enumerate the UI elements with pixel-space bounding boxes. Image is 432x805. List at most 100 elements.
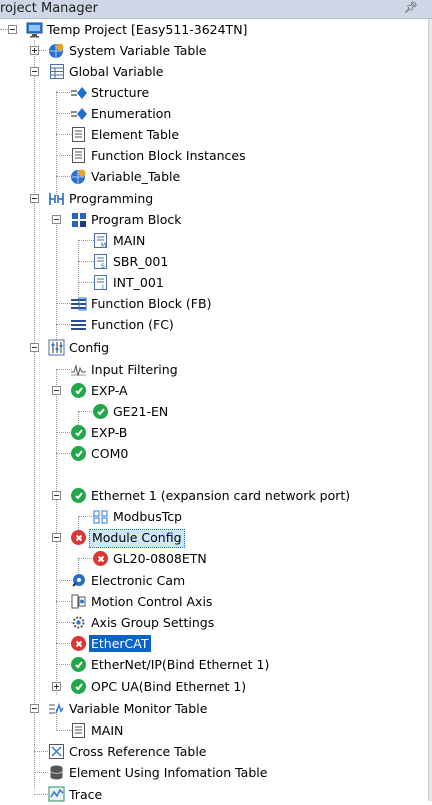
tree-item-ethercat[interactable]: EtherCAT <box>0 633 428 654</box>
interrupt-file-icon: I <box>92 274 109 291</box>
tree-item-label: Electronic Cam <box>91 573 186 588</box>
tree-item-exp-b[interactable]: EXP-B <box>0 422 428 443</box>
function-icon <box>70 316 87 333</box>
collapse-toggle[interactable] <box>30 67 39 76</box>
tree-item-fb-instances[interactable]: Function Block Instances <box>0 145 428 166</box>
tree-item-label: COM0 <box>91 446 129 461</box>
tree-item-label: Program Block <box>91 212 182 227</box>
tree-item-programming[interactable]: Programming <box>0 188 428 209</box>
tree-item-int-001[interactable]: I INT_001 <box>0 272 428 293</box>
ok-check-icon <box>70 445 87 462</box>
tree-item-function[interactable]: Function (FC) <box>0 314 428 335</box>
panel-titlebar: roject Manager 📌︎ <box>0 0 432 19</box>
network-node-icon <box>92 508 109 525</box>
tree-item-function-block[interactable]: Function Block (FB) <box>0 293 428 314</box>
collapse-toggle[interactable] <box>52 533 61 542</box>
tree-item-input-filtering[interactable]: Input Filtering <box>0 359 428 380</box>
tree-item-ethernet-ip[interactable]: EtherNet/IP(Bind Ethernet 1) <box>0 654 428 675</box>
tree-item-label: Trace <box>69 787 103 802</box>
tree-item-ethernet1[interactable]: Ethernet 1 (expansion card network port) <box>0 485 428 506</box>
tree-item-global-variable[interactable]: Global Variable <box>0 61 428 82</box>
expand-toggle[interactable] <box>52 682 61 691</box>
gear-icon <box>70 614 87 631</box>
tree-item-enumeration[interactable]: Enumeration <box>0 103 428 124</box>
tree-item-structure[interactable]: Structure <box>0 82 428 103</box>
ok-check-icon <box>70 382 87 399</box>
tree-item-label: Enumeration <box>91 106 172 121</box>
tree-item-main[interactable]: M MAIN <box>0 230 428 251</box>
tree-item-modbustcp[interactable]: ModbusTcp <box>0 506 428 527</box>
error-x-icon <box>70 529 87 546</box>
pin-icon[interactable]: 📌︎ <box>404 1 418 14</box>
tree-item-label: Temp Project [Easy511-3624TN] <box>47 22 248 37</box>
monitor-chart-icon <box>48 700 65 717</box>
error-x-icon <box>92 550 109 567</box>
ladder-icon <box>48 190 65 207</box>
collapse-toggle[interactable] <box>8 25 17 34</box>
tree-item-label: EtherNet/IP(Bind Ethernet 1) <box>91 657 270 672</box>
tree-item-label: Global Variable <box>69 64 164 79</box>
subroutine-file-icon: S <box>92 253 109 270</box>
tree-item-program-block[interactable]: Program Block <box>0 209 428 230</box>
tree-item-root[interactable]: Temp Project [Easy511-3624TN] <box>0 19 428 40</box>
tree-item-com0[interactable]: COM0 <box>0 443 428 464</box>
tree-item-label: MAIN <box>91 723 124 738</box>
tree-item-element-using[interactable]: Element Using Infomation Table <box>0 762 428 783</box>
tree-item-label: Cross Reference Table <box>69 744 207 759</box>
tree-item-cross-reference[interactable]: Cross Reference Table <box>0 741 428 762</box>
tree-item-label: OPC UA(Bind Ethernet 1) <box>91 679 247 694</box>
tree-item-label: Variable Monitor Table <box>69 701 208 716</box>
svg-text:M: M <box>101 242 106 249</box>
tree-item-gl20[interactable]: GL20-0808ETN <box>0 548 428 569</box>
tree-item-opc-ua[interactable]: OPC UA(Bind Ethernet 1) <box>0 676 428 697</box>
tree-item-label: Module Config <box>89 529 185 548</box>
tree-item-electronic-cam[interactable]: Electronic Cam <box>0 570 428 591</box>
tree-item-ge21-en[interactable]: GE21-EN <box>0 401 428 422</box>
tree-item-sbr-001[interactable]: S SBR_001 <box>0 251 428 272</box>
tree-item-label: Structure <box>91 85 150 100</box>
expand-toggle[interactable] <box>30 46 39 55</box>
document-icon <box>70 126 87 143</box>
list-icon <box>70 147 87 164</box>
tree-item-label: MAIN <box>113 233 146 248</box>
globe-gear-icon <box>70 168 87 185</box>
ok-check-icon <box>92 403 109 420</box>
enumeration-icon <box>70 105 87 122</box>
tree-item-label: Input Filtering <box>91 362 178 377</box>
cross-reference-icon <box>48 743 65 760</box>
tree-item-label: Function (FC) <box>91 317 174 332</box>
tree-item-label: INT_001 <box>113 275 164 290</box>
function-block-icon <box>70 295 87 312</box>
collapse-toggle[interactable] <box>30 194 39 203</box>
tree-item-label: EXP-A <box>91 383 128 398</box>
cam-icon <box>70 572 87 589</box>
globe-gear-icon <box>48 42 65 59</box>
tree-item-config[interactable]: Config <box>0 337 428 358</box>
sliders-icon <box>48 339 65 356</box>
tree-item-label: ModbusTcp <box>113 509 183 524</box>
panel-splitter[interactable] <box>428 19 432 801</box>
tree-item-axis-group[interactable]: Axis Group Settings <box>0 612 428 633</box>
tree-item-module-config[interactable]: Module Config <box>0 527 428 548</box>
tree-item-monitor-main[interactable]: MAIN <box>0 720 428 741</box>
tree-item-label: Motion Control Axis <box>91 594 213 609</box>
tree-item-motion-axis[interactable]: Motion Control Axis <box>0 591 428 612</box>
project-tree: Temp Project [Easy511-3624TN] System Var… <box>0 19 428 802</box>
tree-item-variable-table[interactable]: Variable_Table <box>0 166 428 187</box>
ok-check-icon <box>70 678 87 695</box>
tree-item-label: Ethernet 1 (expansion card network port) <box>91 488 351 503</box>
collapse-toggle[interactable] <box>30 343 39 352</box>
tree-item-label: Function Block Instances <box>91 148 246 163</box>
ok-check-icon <box>70 656 87 673</box>
collapse-toggle[interactable] <box>30 704 39 713</box>
collapse-toggle[interactable] <box>52 215 61 224</box>
collapse-toggle[interactable] <box>52 491 61 500</box>
tree-item-system-variable-table[interactable]: System Variable Table <box>0 40 428 61</box>
collapse-toggle[interactable] <box>52 386 61 395</box>
tree-item-label: System Variable Table <box>69 43 207 58</box>
tree-item-element-table[interactable]: Element Table <box>0 124 428 145</box>
structure-icon <box>70 84 87 101</box>
tree-item-exp-a[interactable]: EXP-A <box>0 380 428 401</box>
tree-item-trace[interactable]: Trace <box>0 784 428 805</box>
tree-item-variable-monitor[interactable]: Variable Monitor Table <box>0 698 428 719</box>
